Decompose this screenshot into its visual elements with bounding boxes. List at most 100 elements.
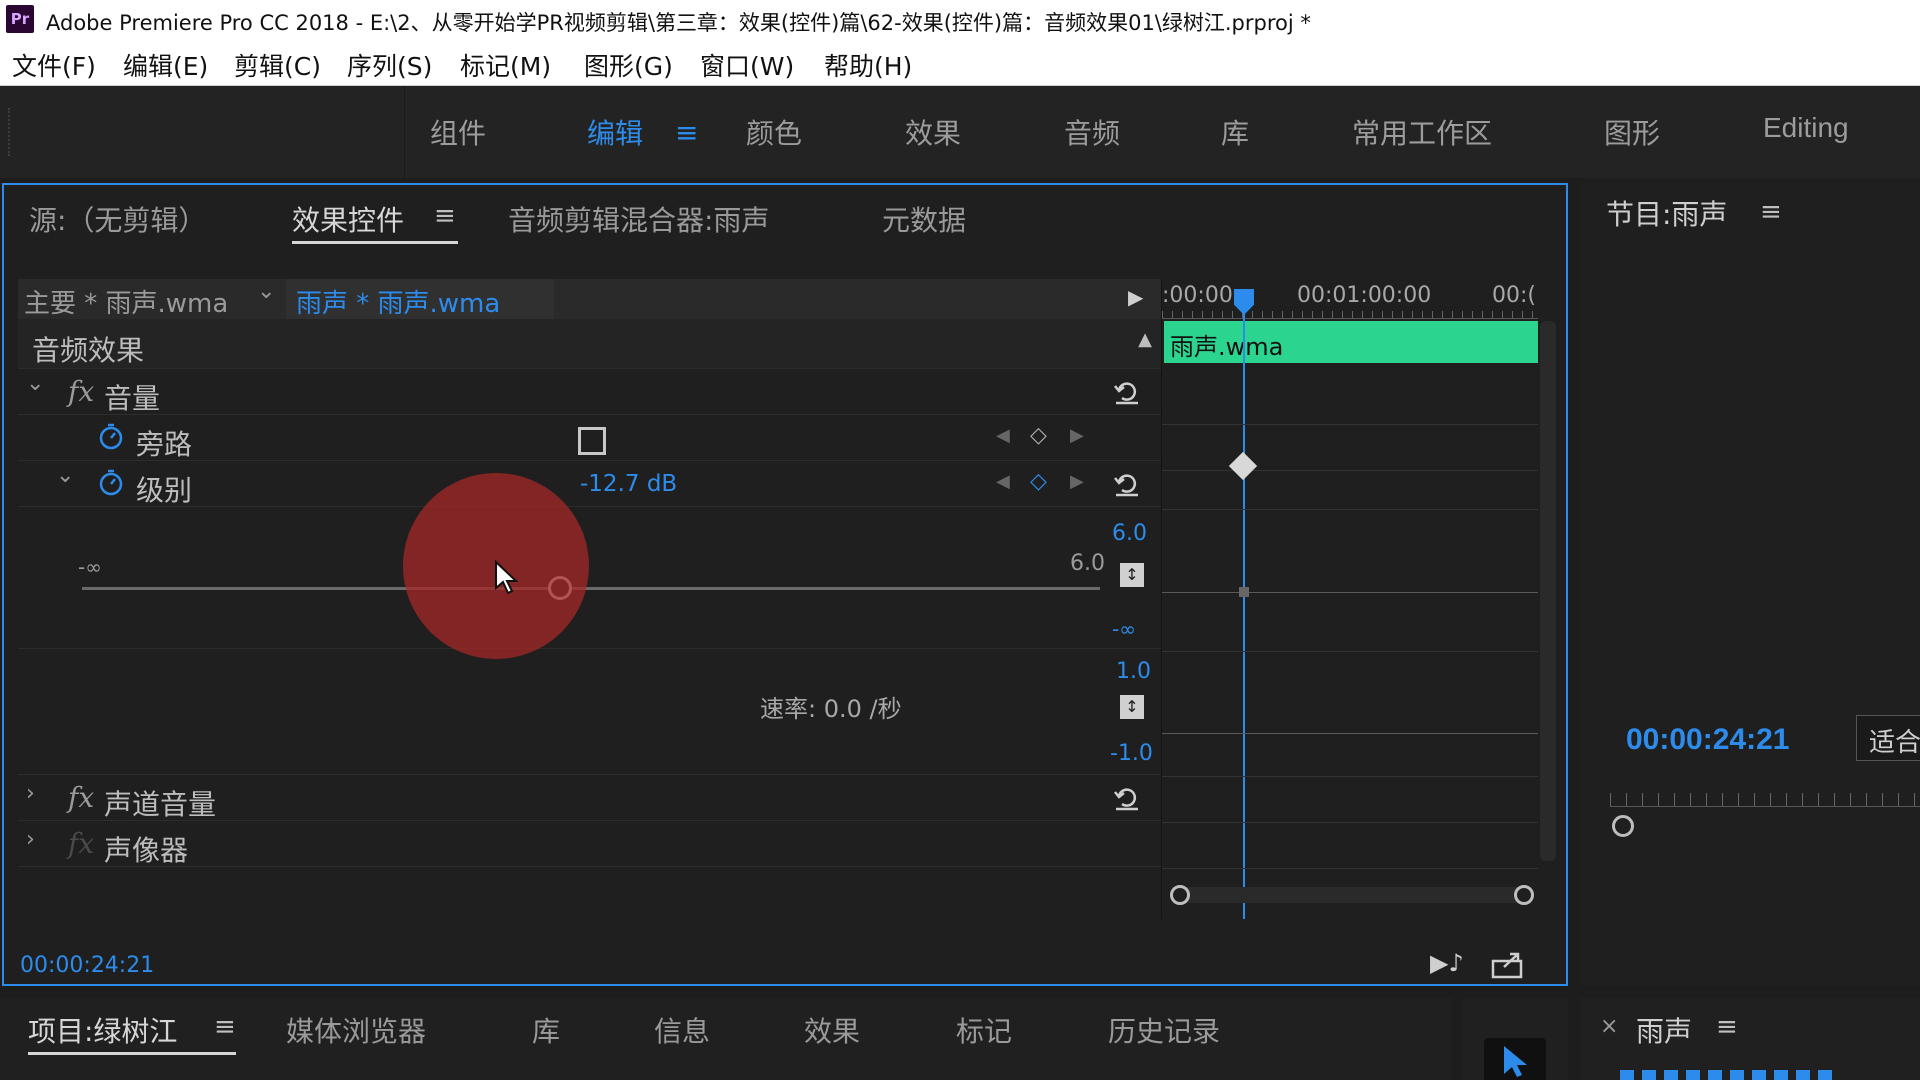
velocity-bottom-label: -1.0 xyxy=(1110,741,1153,766)
tab-effect-controls[interactable]: 效果控件 xyxy=(292,199,404,239)
program-timecode[interactable]: 00:00:24:21 xyxy=(1626,723,1789,757)
prev-keyframe-icon[interactable]: ◀ xyxy=(996,471,1010,492)
tab-source[interactable]: 源:（无剪辑） xyxy=(29,199,206,239)
effect-channel-volume-row[interactable]: › fx 声道音量 xyxy=(18,775,1162,821)
active-tab-underline xyxy=(28,1052,236,1055)
workspace-tab-libraries[interactable]: 库 xyxy=(1221,112,1249,152)
keyframe-diamond-icon[interactable] xyxy=(1228,451,1258,481)
timeline-title[interactable]: 雨声 xyxy=(1636,1010,1692,1050)
workspace-tab-assembly[interactable]: 组件 xyxy=(430,112,486,152)
workspace-tab-editing-en[interactable]: Editing xyxy=(1763,112,1849,144)
timeline-ruler[interactable]: :00:00 00:01:00:00 00:( xyxy=(1162,279,1558,319)
fx-badge-icon[interactable]: fx xyxy=(68,781,94,814)
menu-graphics[interactable]: 图形(G) xyxy=(584,47,673,83)
ruler-label-end: 00:( xyxy=(1492,283,1536,308)
title-bar: Pr Adobe Premiere Pro CC 2018 - E:\2、从零开… xyxy=(0,0,1920,38)
workspace-tab-editing[interactable]: 编辑 xyxy=(587,112,643,152)
level-slider-track[interactable] xyxy=(82,587,1100,590)
workspace-tab-effects[interactable]: 效果 xyxy=(905,112,961,152)
stopwatch-icon[interactable] xyxy=(96,421,126,451)
workspace-menu-icon[interactable]: ≡ xyxy=(675,116,698,149)
keyframe-diamond-icon[interactable]: ◇ xyxy=(1030,469,1047,494)
menu-file[interactable]: 文件(F) xyxy=(12,47,96,83)
program-ruler[interactable] xyxy=(1610,793,1920,807)
tab-audio-clip-mixer[interactable]: 音频剪辑混合器:雨声 xyxy=(508,199,769,239)
timeline-clip[interactable]: 雨声.wma xyxy=(1164,321,1538,363)
workspace-tab-audio[interactable]: 音频 xyxy=(1064,112,1120,152)
timeline-vertical-scrollbar[interactable] xyxy=(1540,321,1556,861)
zoom-handle-left[interactable] xyxy=(1170,885,1190,905)
stopwatch-icon[interactable] xyxy=(96,467,126,497)
next-keyframe-icon[interactable]: ▶ xyxy=(1070,425,1084,446)
menu-marker[interactable]: 标记(M) xyxy=(460,47,551,83)
export-icon[interactable] xyxy=(1490,951,1524,979)
expand-chevron-icon[interactable]: ⌄ xyxy=(56,463,74,488)
workspace-bar: 组件 编辑 ≡ 颜色 效果 音频 库 常用工作区 图形 Editing xyxy=(0,86,1920,178)
effect-panel-timecode[interactable]: 00:00:24:21 xyxy=(20,953,154,978)
fx-badge-icon[interactable]: fx xyxy=(68,375,94,408)
slider-min-label: -∞ xyxy=(78,555,102,579)
menu-sequence[interactable]: 序列(S) xyxy=(347,47,432,83)
program-zoom-handle[interactable] xyxy=(1612,815,1634,837)
project-panel: 项目:绿树江 ≡ 媒体浏览器 库 信息 效果 标记 历史记录 xyxy=(0,998,1452,1080)
tab-media-browser[interactable]: 媒体浏览器 xyxy=(286,1010,426,1050)
active-clip-box[interactable]: 雨声 * 雨声.wma xyxy=(286,279,554,319)
level-slider-area: -∞ 6.0 6.0 ↕ -∞ xyxy=(18,507,1162,649)
panel-menu-icon[interactable]: ≡ xyxy=(434,201,456,231)
fx-badge-icon[interactable]: fx xyxy=(68,827,94,860)
panel-menu-icon[interactable]: ≡ xyxy=(214,1012,236,1042)
bypass-row: 旁路 ◀ ◇ ▶ xyxy=(18,415,1162,461)
next-keyframe-icon[interactable]: ▶ xyxy=(1070,471,1084,492)
effect-name-channel-volume: 声道音量 xyxy=(104,788,217,821)
reset-icon[interactable] xyxy=(1112,783,1142,813)
tab-project[interactable]: 项目:绿树江 xyxy=(28,1010,177,1050)
collapse-up-icon[interactable]: ▲ xyxy=(1138,329,1152,350)
tab-history[interactable]: 历史记录 xyxy=(1108,1010,1220,1050)
expand-chevron-icon[interactable]: › xyxy=(26,781,35,806)
reset-icon[interactable] xyxy=(1112,469,1142,499)
menu-clip[interactable]: 剪辑(C) xyxy=(234,47,321,83)
tab-markers[interactable]: 标记 xyxy=(956,1010,1012,1050)
close-icon[interactable]: × xyxy=(1600,1014,1618,1039)
prev-keyframe-icon[interactable]: ◀ xyxy=(996,425,1010,446)
value-graph-toggle-icon[interactable]: ↕ xyxy=(1120,563,1144,587)
chevron-down-icon[interactable]: ⌄ xyxy=(257,279,275,304)
effect-volume-row[interactable]: ⌄ fx 音量 xyxy=(18,369,1162,415)
tab-effects[interactable]: 效果 xyxy=(804,1010,860,1050)
tab-metadata[interactable]: 元数据 xyxy=(882,199,966,239)
reset-icon[interactable] xyxy=(1112,377,1142,407)
velocity-graph-toggle-icon[interactable]: ↕ xyxy=(1120,695,1144,719)
graph-point[interactable] xyxy=(1239,587,1249,597)
expand-chevron-icon[interactable]: › xyxy=(26,827,35,852)
menu-window[interactable]: 窗口(W) xyxy=(700,47,794,83)
expand-chevron-icon[interactable]: ⌄ xyxy=(26,371,44,396)
zoom-handle-right[interactable] xyxy=(1514,885,1534,905)
menu-edit[interactable]: 编辑(E) xyxy=(123,47,208,83)
ruler-label-1min: 00:01:00:00 xyxy=(1297,283,1432,308)
level-value[interactable]: -12.7 dB xyxy=(580,471,677,497)
program-title[interactable]: 节目:雨声 xyxy=(1606,193,1727,233)
drag-grip-icon[interactable] xyxy=(8,108,14,156)
tab-libraries[interactable]: 库 xyxy=(532,1010,560,1050)
fit-dropdown[interactable]: 适合 xyxy=(1856,715,1920,761)
effect-panner-row[interactable]: › fx 声像器 xyxy=(18,821,1162,867)
workspace-tab-common[interactable]: 常用工作区 xyxy=(1352,112,1492,152)
checkbox-icon[interactable] xyxy=(578,427,606,455)
effect-name-panner: 声像器 xyxy=(104,834,189,867)
panel-menu-icon[interactable]: ≡ xyxy=(1760,197,1782,227)
velocity-area: 1.0 速率: 0.0 /秒 ↕ -1.0 xyxy=(18,649,1162,775)
master-clip-label[interactable]: 主要 * 雨声.wma xyxy=(24,283,228,320)
timeline-zoom-scrollbar[interactable] xyxy=(1170,885,1534,905)
play-audio-icon[interactable]: ▶♪ xyxy=(1430,949,1464,977)
tool-button[interactable] xyxy=(1484,1038,1546,1080)
keyframe-diamond-icon[interactable]: ◇ xyxy=(1030,423,1047,448)
ruler-label-start: :00:00 xyxy=(1162,283,1233,308)
effect-controls-panel: 源:（无剪辑） 效果控件 ≡ 音频剪辑混合器:雨声 元数据 主要 * 雨声.wm… xyxy=(2,183,1568,986)
show-timeline-arrow-icon[interactable]: ▶ xyxy=(1128,285,1143,309)
menu-help[interactable]: 帮助(H) xyxy=(824,47,912,83)
panel-menu-icon[interactable]: ≡ xyxy=(1716,1012,1738,1042)
workspace-tab-graphics[interactable]: 图形 xyxy=(1604,112,1660,152)
row-divider xyxy=(1162,651,1538,652)
tab-info[interactable]: 信息 xyxy=(654,1010,710,1050)
workspace-tab-color[interactable]: 颜色 xyxy=(746,112,802,152)
